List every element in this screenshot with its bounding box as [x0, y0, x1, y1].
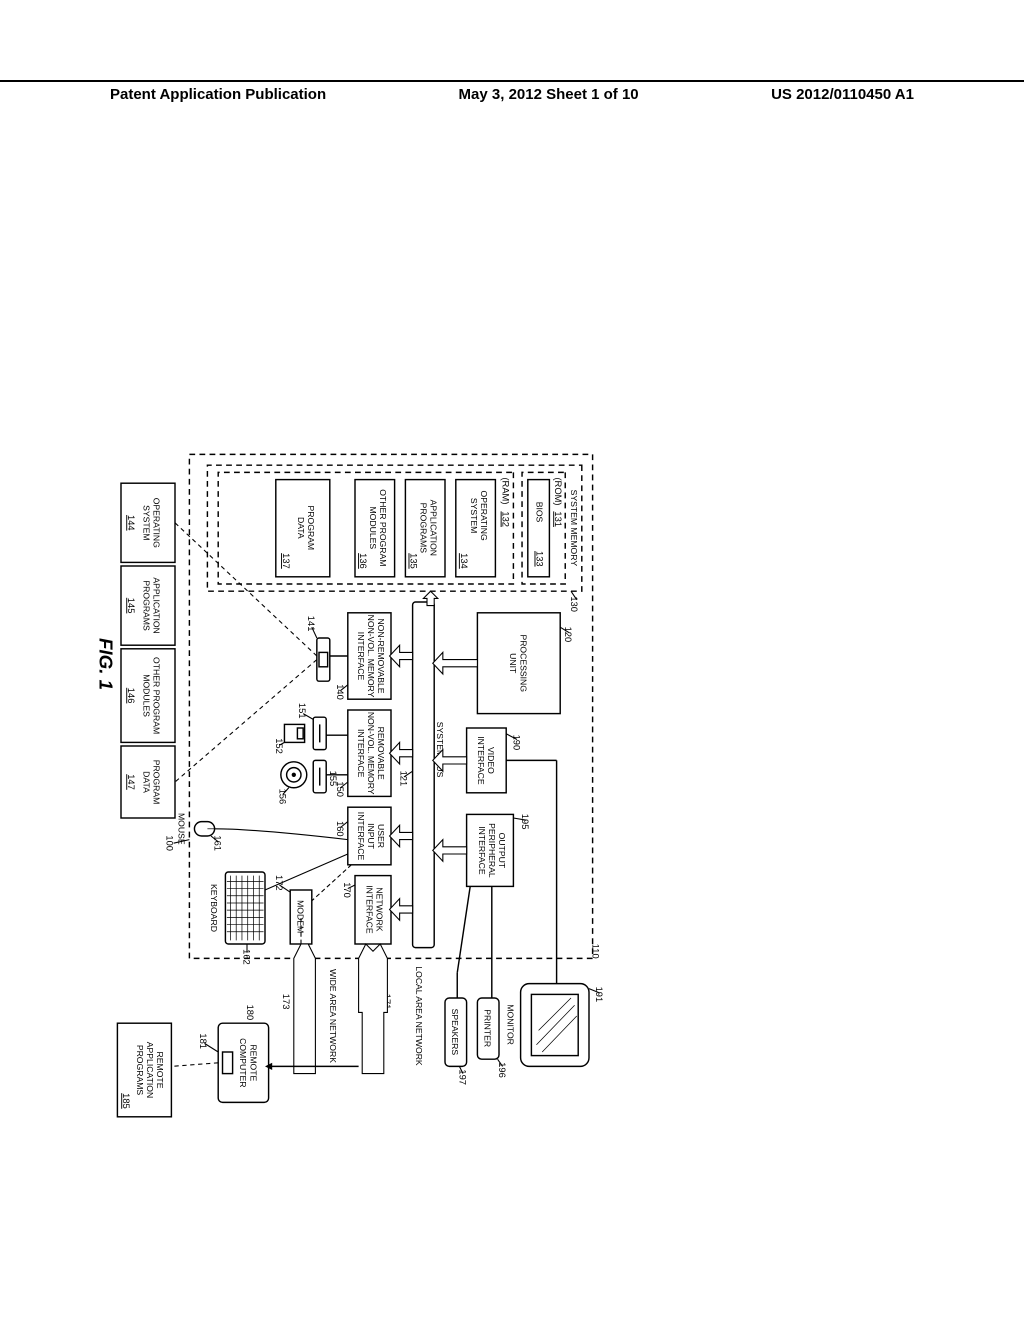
- out-l2: PERIPHERAL: [487, 823, 497, 878]
- userif-l1: USER: [376, 824, 386, 848]
- netif-l2: INTERFACE: [365, 885, 375, 934]
- sapps-l1: APPLICATION: [151, 577, 161, 633]
- ref-195: 195: [520, 814, 530, 830]
- ref-110: 110: [591, 944, 601, 959]
- ref-120: 120: [563, 627, 573, 643]
- ref-137: 137: [281, 553, 291, 569]
- ram-os-l1: OPERATING: [479, 491, 489, 541]
- lan-arrow: [359, 944, 388, 1074]
- ref-181: 181: [198, 1033, 208, 1049]
- ref-140: 140: [335, 684, 345, 700]
- ref-147: 147: [126, 774, 136, 790]
- ram-apps-l1: APPLICATION: [429, 500, 439, 556]
- page-header: Patent Application Publication May 3, 20…: [0, 80, 1024, 103]
- speakers-label: SPEAKERS: [450, 1009, 460, 1056]
- ref-151: 151: [297, 703, 307, 719]
- ref-100: 100: [164, 835, 174, 851]
- keyboard-icon: [225, 872, 265, 944]
- ref-191: 191: [594, 987, 604, 1003]
- ref-155: 155: [328, 771, 338, 787]
- figure-label: FIG. 1: [95, 638, 116, 690]
- monitor-label: MONITOR: [506, 1004, 516, 1045]
- sos-l2: SYSTEM: [141, 505, 151, 540]
- out-l1: OUTPUT: [497, 833, 507, 869]
- nonrem-l1: NON-REMOVABLE: [376, 618, 386, 693]
- rap-l1: REMOTE: [155, 1052, 165, 1089]
- userif-l3: INTERFACE: [356, 812, 366, 861]
- sdata-l2: DATA: [141, 771, 151, 793]
- remote-l2: COMPUTER: [238, 1038, 248, 1087]
- ram-os-l2: SYSTEM: [469, 498, 479, 533]
- nonrem-l3: INTERFACE: [356, 632, 366, 681]
- ref-161: 161: [213, 835, 223, 851]
- rap-l2: APPLICATION: [145, 1042, 155, 1098]
- sdata-l1: PROGRAM: [151, 760, 161, 805]
- ref-170: 170: [342, 882, 352, 898]
- modem-label: MODEM: [295, 900, 305, 933]
- header-center: May 3, 2012 Sheet 1 of 10: [459, 86, 639, 103]
- ram-data-l1: PROGRAM: [306, 506, 316, 551]
- video-l2: INTERFACE: [476, 736, 486, 785]
- ram-other-l1: OTHER PROGRAM: [378, 489, 388, 566]
- sapps-l2: PROGRAMS: [141, 580, 151, 631]
- sos-l1: OPERATING: [151, 498, 161, 548]
- ref-136: 136: [358, 553, 368, 569]
- netif-l1: NETWORK: [375, 887, 385, 931]
- ref-196: 196: [497, 1062, 507, 1078]
- rem-l1: REMOVABLE: [376, 727, 386, 780]
- ref-134: 134: [459, 553, 469, 569]
- rem-l2: NON-VOL. MEMORY: [366, 712, 376, 795]
- rom-label: (ROM): [553, 477, 563, 505]
- out-l3: INTERFACE: [477, 826, 487, 875]
- wan-arrow: [294, 944, 316, 1074]
- ref-135: 135: [408, 553, 418, 569]
- cpu-l1: PROCESSING: [519, 634, 529, 692]
- ram-apps-l2: PROGRAMS: [419, 503, 429, 554]
- printer-label: PRINTER: [483, 1009, 493, 1047]
- monitor-icon: [521, 984, 589, 1067]
- cpu-l2: UNIT: [508, 653, 518, 674]
- ref-160: 160: [335, 821, 345, 837]
- ref-132: 132: [501, 511, 511, 527]
- ref-185: 185: [121, 1093, 131, 1109]
- nonrem-l2: NON-VOL. MEMORY: [366, 615, 376, 698]
- ram-other-l2: MODULES: [368, 507, 378, 550]
- ref-152: 152: [274, 738, 284, 754]
- ram-data-l2: DATA: [296, 517, 306, 539]
- header-right: US 2012/0110450 A1: [771, 86, 914, 103]
- sother-l2: MODULES: [141, 674, 151, 717]
- bios-label: BIOS: [534, 502, 544, 523]
- userif-l2: INPUT: [366, 823, 376, 850]
- ref-145: 145: [126, 598, 136, 614]
- ref-133: 133: [534, 551, 544, 567]
- video-l1: VIDEO: [486, 747, 496, 774]
- ref-162: 162: [241, 949, 251, 965]
- system-bus: [413, 602, 435, 948]
- rem-l3: INTERFACE: [356, 729, 366, 778]
- ref-180: 180: [245, 1005, 255, 1021]
- ref-173: 173: [281, 994, 291, 1010]
- ref-144: 144: [126, 515, 136, 531]
- ref-146: 146: [126, 688, 136, 704]
- sother-l1: OTHER PROGRAM: [151, 657, 161, 734]
- ref-130: 130: [569, 596, 579, 612]
- ref-131: 131: [553, 511, 563, 527]
- ref-141: 141: [306, 616, 316, 632]
- ram-label: (RAM): [501, 477, 511, 504]
- header-left: Patent Application Publication: [110, 86, 326, 103]
- rap-l3: PROGRAMS: [135, 1045, 145, 1096]
- lan-label: LOCAL AREA NETWORK: [414, 966, 424, 1066]
- remote-l1: REMOTE: [249, 1044, 259, 1081]
- kbd-label: KEYBOARD: [209, 884, 219, 932]
- sysbus-label: SYSTEM BUS: [435, 722, 445, 778]
- diagram: 110 SYSTEM MEMORY 130 (ROM) 131 BIOS 133…: [135, 160, 855, 1160]
- ref-121: 121: [398, 771, 408, 787]
- wan-label: WIDE AREA NETWORK: [328, 969, 338, 1063]
- sysmem-title: SYSTEM MEMORY: [569, 490, 579, 567]
